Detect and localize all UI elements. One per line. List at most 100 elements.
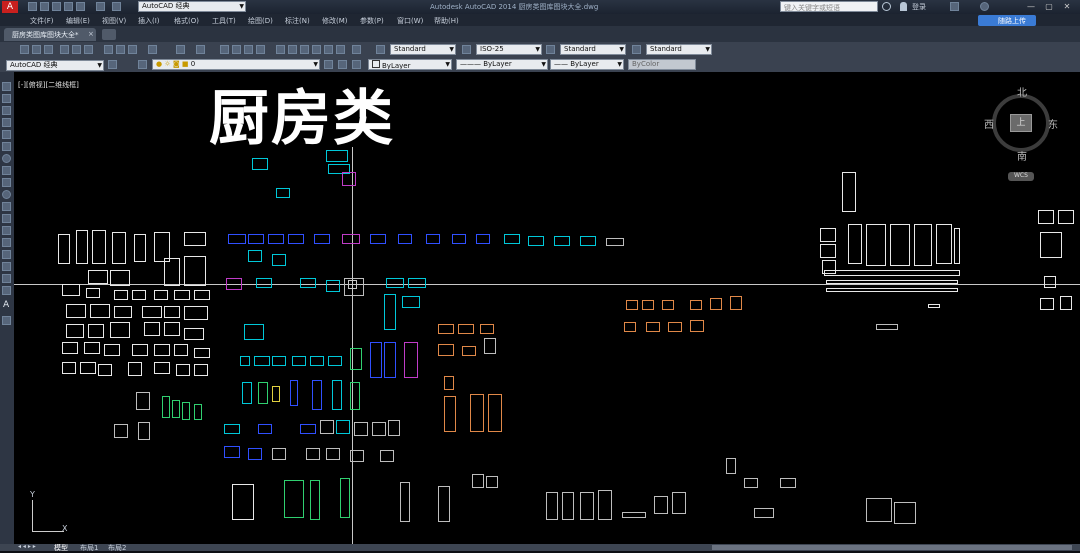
save-icon[interactable]: [52, 2, 61, 11]
cloud-upload-button[interactable]: 随路上传: [978, 15, 1036, 26]
layer-state-icon[interactable]: [352, 60, 361, 69]
menu-item-help[interactable]: 帮助(H): [434, 16, 459, 26]
sheetset-icon[interactable]: [312, 45, 321, 54]
workspace-select[interactable]: AutoCAD 经典 ▼: [138, 1, 246, 12]
tab-close-icon[interactable]: ×: [88, 30, 94, 38]
layer-manager-icon[interactable]: [138, 60, 147, 69]
construction-line-icon[interactable]: [2, 94, 11, 103]
table-style-select[interactable]: Standard ▼: [560, 44, 626, 55]
horizontal-scrollbar[interactable]: [712, 545, 1072, 550]
undo-tool-icon[interactable]: [176, 45, 185, 54]
help-icon[interactable]: [980, 2, 989, 11]
dim-style-icon[interactable]: [462, 45, 471, 54]
properties-icon[interactable]: [276, 45, 285, 54]
help-tool-icon[interactable]: [352, 45, 361, 54]
document-tab[interactable]: 厨房类图库图块大全* ×: [4, 28, 96, 41]
open-icon[interactable]: [40, 2, 49, 11]
copy-icon[interactable]: [116, 45, 125, 54]
lineweight-select[interactable]: —— ByLayer ▼: [550, 59, 624, 70]
compass-east[interactable]: 东: [1048, 116, 1058, 131]
menu-item-view[interactable]: 视图(V): [102, 16, 126, 26]
zoom-previous-icon[interactable]: [256, 45, 265, 54]
maximize-button[interactable]: ▢: [1042, 2, 1056, 12]
saveas-icon[interactable]: [64, 2, 73, 11]
dim-style-select[interactable]: ISO-25 ▼: [476, 44, 542, 55]
paste-icon[interactable]: [128, 45, 137, 54]
color-select[interactable]: ByLayer ▼: [368, 59, 452, 70]
menu-item-modify[interactable]: 修改(M): [322, 16, 348, 26]
menu-item-window[interactable]: 窗口(W): [397, 16, 423, 26]
qopen-icon[interactable]: [32, 45, 41, 54]
menu-item-edit[interactable]: 编辑(E): [66, 16, 90, 26]
table-icon[interactable]: [2, 286, 11, 295]
zoom-realtime-icon[interactable]: [232, 45, 241, 54]
viewcube[interactable]: 上 北 南 西 东: [984, 88, 1058, 163]
layout-tab-model[interactable]: 模型: [54, 543, 68, 553]
print-icon[interactable]: [76, 2, 85, 11]
add-selected-icon[interactable]: [2, 316, 11, 325]
zoom-window-icon[interactable]: [244, 45, 253, 54]
calculator-icon[interactable]: [336, 45, 345, 54]
region-icon[interactable]: [2, 274, 11, 283]
new-tab-button[interactable]: [102, 29, 116, 40]
rectangle-icon[interactable]: [2, 130, 11, 139]
close-button[interactable]: ✕: [1060, 2, 1074, 12]
polygon-icon[interactable]: [2, 118, 11, 127]
point-icon[interactable]: [2, 238, 11, 247]
viewcube-top-face[interactable]: 上: [1010, 114, 1032, 132]
gradient-icon[interactable]: [2, 262, 11, 271]
redo-icon[interactable]: [112, 2, 121, 11]
search-icon[interactable]: [882, 2, 891, 11]
menu-item-file[interactable]: 文件(F): [30, 16, 54, 26]
text-style-icon[interactable]: [376, 45, 385, 54]
make-block-icon[interactable]: [2, 226, 11, 235]
workspace-toolbar-select[interactable]: AutoCAD 经典 ▼: [6, 60, 104, 71]
cut-icon[interactable]: [104, 45, 113, 54]
menu-item-draw[interactable]: 绘图(D): [248, 16, 273, 26]
compass-south[interactable]: 南: [1017, 148, 1027, 163]
exchange-icon[interactable]: [950, 2, 959, 11]
circle-icon[interactable]: [2, 154, 11, 163]
qnew-icon[interactable]: [20, 45, 29, 54]
menu-item-tools[interactable]: 工具(T): [212, 16, 236, 26]
ellipse-arc-icon[interactable]: [2, 202, 11, 211]
menu-item-insert[interactable]: 插入(I): [138, 16, 160, 26]
drawing-canvas[interactable]: [-][俯视][二维线框] 厨房类 上 北 南 西 东 WCS Y X: [14, 72, 1080, 544]
redo-tool-icon[interactable]: [196, 45, 205, 54]
hatch-icon[interactable]: [2, 250, 11, 259]
insert-block-icon[interactable]: [2, 214, 11, 223]
revcloud-icon[interactable]: [2, 166, 11, 175]
workspace-settings-icon[interactable]: [108, 60, 117, 69]
login-link[interactable]: 登录: [912, 2, 926, 12]
pan-icon[interactable]: [220, 45, 229, 54]
spline-icon[interactable]: [2, 178, 11, 187]
menu-item-dimension[interactable]: 标注(N): [285, 16, 310, 26]
plot-icon[interactable]: [60, 45, 69, 54]
matchprop-icon[interactable]: [148, 45, 157, 54]
menu-item-parametric[interactable]: 参数(P): [360, 16, 384, 26]
layout-tab-layout2[interactable]: 布局2: [108, 543, 126, 553]
table-style-icon[interactable]: [546, 45, 555, 54]
user-icon[interactable]: [900, 2, 907, 11]
minimize-button[interactable]: —: [1024, 2, 1038, 12]
preview-icon[interactable]: [72, 45, 81, 54]
mleader-style-select[interactable]: Standard ▼: [646, 44, 712, 55]
app-logo[interactable]: A: [2, 1, 18, 13]
polyline-icon[interactable]: [2, 106, 11, 115]
text-style-select[interactable]: Standard ▼: [390, 44, 456, 55]
layer-select[interactable]: ● ☼ ◙ ■ 0 ▼: [152, 59, 320, 70]
compass-north[interactable]: 北: [1017, 84, 1027, 99]
arc-icon[interactable]: [2, 142, 11, 151]
qsave-icon[interactable]: [44, 45, 53, 54]
ellipse-icon[interactable]: [2, 190, 11, 199]
markup-icon[interactable]: [324, 45, 333, 54]
wcs-menu[interactable]: WCS: [1008, 172, 1034, 181]
layer-previous-icon[interactable]: [338, 60, 347, 69]
search-input[interactable]: 键入关键字或短语: [780, 1, 878, 12]
undo-icon[interactable]: [96, 2, 105, 11]
new-icon[interactable]: [28, 2, 37, 11]
designcenter-icon[interactable]: [288, 45, 297, 54]
compass-west[interactable]: 西: [984, 116, 994, 131]
layout-tab-layout1[interactable]: 布局1: [80, 543, 98, 553]
line-icon[interactable]: [2, 82, 11, 91]
